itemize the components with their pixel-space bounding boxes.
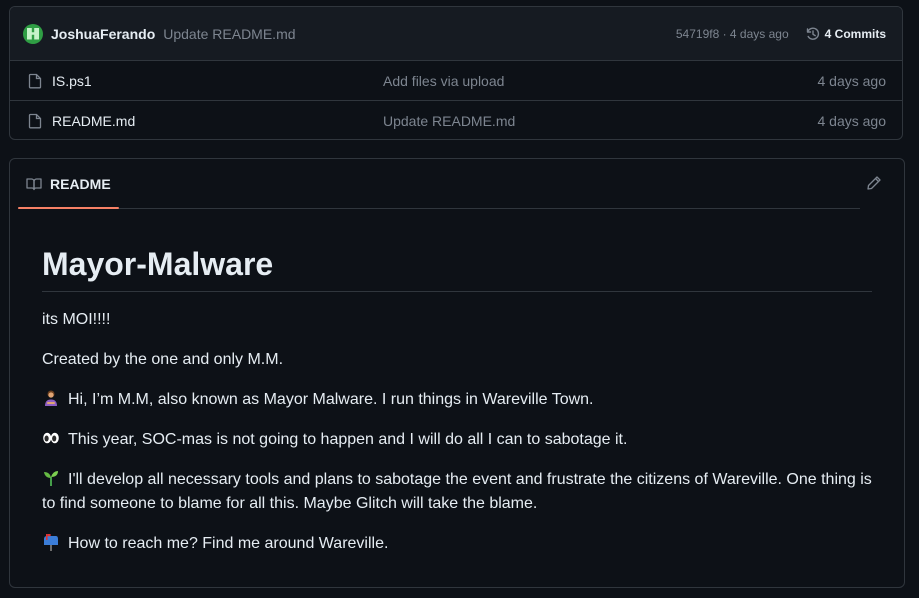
readme-paragraph: Created by the one and only M.M.: [42, 351, 284, 368]
file-browser: JoshuaFerando Update README.md 54719f8 ·…: [9, 6, 903, 140]
person-emoji-icon: [45, 390, 57, 406]
readme-content: Mayor-Malware its MOI!!!! Created by the…: [10, 245, 904, 556]
file-date: 4 days ago: [817, 113, 887, 129]
file-name[interactable]: IS.ps1: [52, 73, 372, 89]
file-commit-message[interactable]: Add files via upload: [383, 73, 504, 89]
readme-header: README: [18, 159, 860, 209]
readme-panel: README Mayor-Malware its MOI!!!! Created…: [9, 158, 905, 588]
tab-readme[interactable]: README: [18, 159, 119, 209]
commit-sha-time[interactable]: 54719f8 · 4 days ago: [676, 27, 789, 41]
eyes-emoji-icon: [43, 432, 59, 444]
commits-link[interactable]: 4 Commits: [805, 26, 886, 42]
history-icon: [806, 27, 819, 40]
file-date: 4 days ago: [817, 72, 887, 89]
file-name[interactable]: README.md: [52, 113, 372, 129]
author-avatar[interactable]: [23, 23, 43, 44]
latest-commit-bar: JoshuaFerando Update README.md 54719f8 ·…: [10, 7, 902, 61]
readme-paragraph: I'll develop all necessary tools and pla…: [42, 471, 872, 512]
readme-paragraph: How to reach me? Find me around Warevill…: [42, 532, 872, 556]
file-icon: [28, 113, 42, 129]
file-row[interactable]: README.md Update README.md 4 days ago: [10, 101, 902, 139]
commit-message[interactable]: Update README.md: [163, 26, 295, 42]
readme-title: Mayor-Malware: [42, 245, 872, 292]
tab-readme-label: README: [50, 175, 111, 192]
readme-paragraph: Hi, I’m M.M, also known as Mayor Malware…: [42, 388, 872, 412]
file-icon: [28, 73, 42, 89]
mailbox-emoji-icon: [44, 534, 58, 551]
readme-paragraph: This year, SOC-mas is not going to happe…: [42, 428, 872, 452]
commit-author[interactable]: JoshuaFerando: [51, 26, 155, 42]
book-icon: [26, 177, 42, 190]
edit-pencil-icon[interactable]: [866, 175, 882, 196]
file-commit-message[interactable]: Update README.md: [383, 113, 515, 129]
readme-paragraph: its MOI!!!!: [42, 311, 111, 328]
seedling-emoji-icon: [44, 471, 58, 486]
commits-count: 4 Commits: [824, 26, 886, 41]
file-row[interactable]: IS.ps1 Add files via upload 4 days ago: [10, 61, 902, 101]
